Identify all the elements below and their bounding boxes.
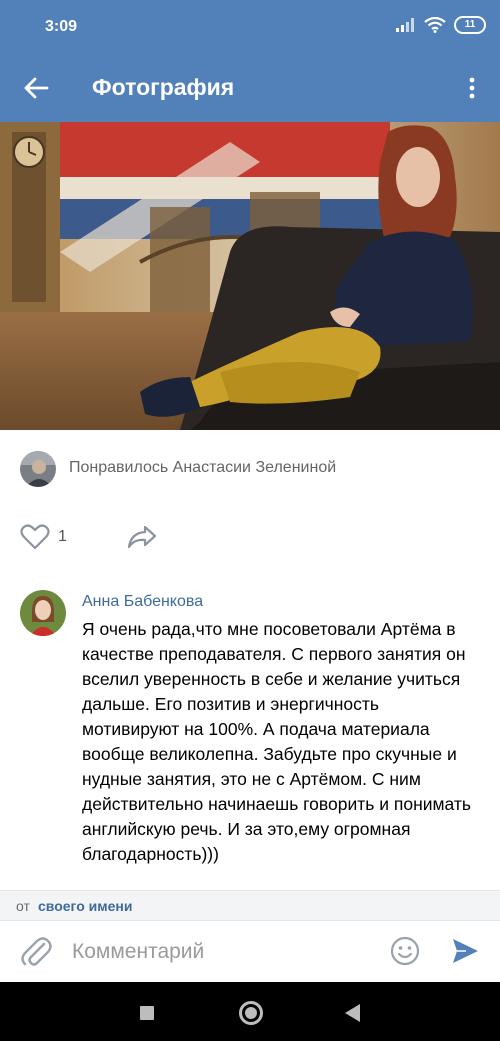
status-time: 3:09 [45,18,78,35]
more-options-button[interactable] [458,70,486,106]
comment-text: Я очень рада,что мне посоветовали Артёма… [82,619,472,864]
recents-button[interactable] [140,1006,154,1020]
arrow-left-icon [24,77,49,99]
paperclip-icon [21,937,52,966]
photo-image[interactable] [0,122,500,430]
emoji-button[interactable] [390,936,420,971]
status-bar: 3:09 11 [0,0,500,56]
heart-outline-icon [20,524,50,550]
post-as-row: от своего имени [0,890,500,920]
send-button[interactable] [450,936,480,971]
home-button[interactable] [239,1001,263,1025]
page-title: Фотография [92,74,235,100]
like-count: 1 [58,528,67,545]
attach-button[interactable] [20,935,52,974]
liked-by-row[interactable]: Понравилось Анастасии Зелениной [0,448,500,490]
post-actions: 1 [0,520,500,560]
system-nav-bar [0,982,500,1041]
back-button[interactable] [18,70,54,106]
comment-author-avatar[interactable] [20,590,66,636]
smiley-icon [390,936,420,966]
liked-by-text: Понравилось Анастасии Зелениной [69,459,337,476]
comment-composer [0,920,500,982]
system-back-button[interactable] [345,1004,360,1022]
toolbar: Фотография [0,60,500,116]
photo-illustration [0,122,500,430]
app-header: 3:09 11 Фотография [0,0,500,122]
send-icon [453,939,478,963]
battery-icon: 11 [454,16,486,34]
liked-by-avatar [20,451,56,487]
post-as-selector[interactable]: своего имени [38,898,132,914]
share-button[interactable] [126,524,158,555]
post-as-prefix: от [16,898,30,914]
photo-screen: 3:09 11 Фотография Понравилось Анастасии… [0,0,500,1041]
status-icons: 11 [396,16,486,34]
comment-author-name[interactable]: Анна Бабенкова [82,593,203,611]
wifi-icon [424,17,446,33]
like-button[interactable]: 1 [20,524,67,550]
share-arrow-icon [127,525,157,549]
comment-input[interactable] [72,935,372,969]
signal-icon [396,18,414,32]
more-vertical-icon [469,77,475,99]
